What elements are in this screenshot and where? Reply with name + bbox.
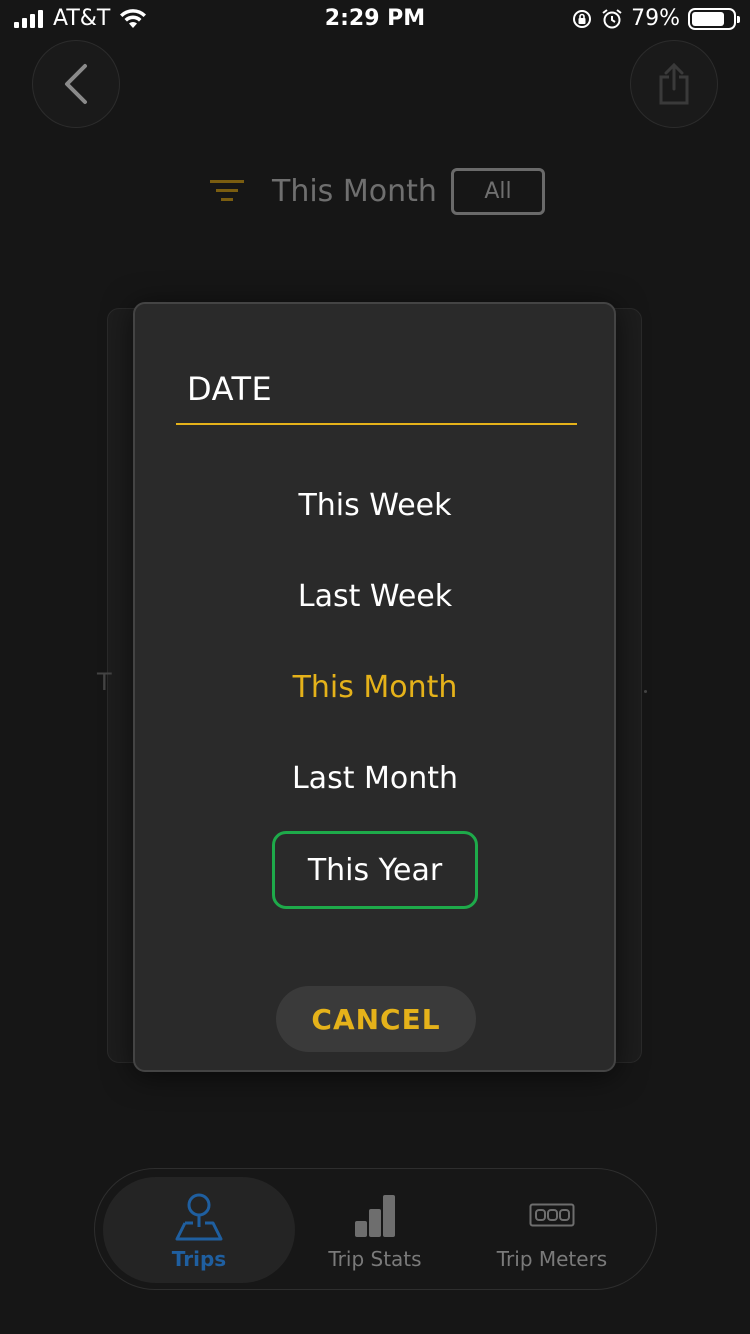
background-text: T [97,668,112,696]
filter-chip-all[interactable]: All [451,168,545,215]
share-icon [659,63,689,105]
rotation-lock-icon [573,9,592,28]
alarm-icon [602,8,622,28]
share-button[interactable] [630,40,718,128]
nav-item-trip-stats[interactable]: Trip Stats [295,1169,455,1289]
cancel-button[interactable]: CANCEL [276,986,476,1052]
nav-item-trips[interactable]: Trips [103,1177,295,1283]
nav-label-trip-stats: Trip Stats [328,1247,422,1271]
bottom-nav: Trips Trip Stats Trip Meters [94,1168,657,1290]
background-dot [644,690,647,693]
nav-item-trip-meters[interactable]: Trip Meters [467,1169,637,1289]
map-pin-icon [103,1193,295,1241]
nav-label-trip-meters: Trip Meters [496,1247,608,1271]
modal-divider [176,423,577,425]
battery-percent: 79% [631,6,680,31]
filter-label[interactable]: This Month [272,174,437,209]
nav-label-trips: Trips [171,1247,227,1271]
status-right: 79% [571,6,740,31]
option-last-week[interactable]: Last Week [135,579,615,614]
back-button[interactable] [32,40,120,128]
option-this-year[interactable]: This Year [272,831,478,909]
modal-title: DATE [187,370,273,408]
option-last-month[interactable]: Last Month [135,761,615,796]
battery-icon [688,7,740,30]
option-this-month[interactable]: This Month [135,670,615,705]
status-bar: AT&T 2:29 PM 79% [0,0,750,40]
odometer-icon [467,1203,637,1227]
chevron-left-icon [65,64,87,104]
bar-chart-icon [295,1195,455,1237]
filter-row: This Month All [0,168,750,216]
filter-icon[interactable] [208,178,246,204]
option-this-week[interactable]: This Week [135,488,615,523]
date-filter-modal: DATE This Week Last Week This Month Last… [133,302,616,1072]
